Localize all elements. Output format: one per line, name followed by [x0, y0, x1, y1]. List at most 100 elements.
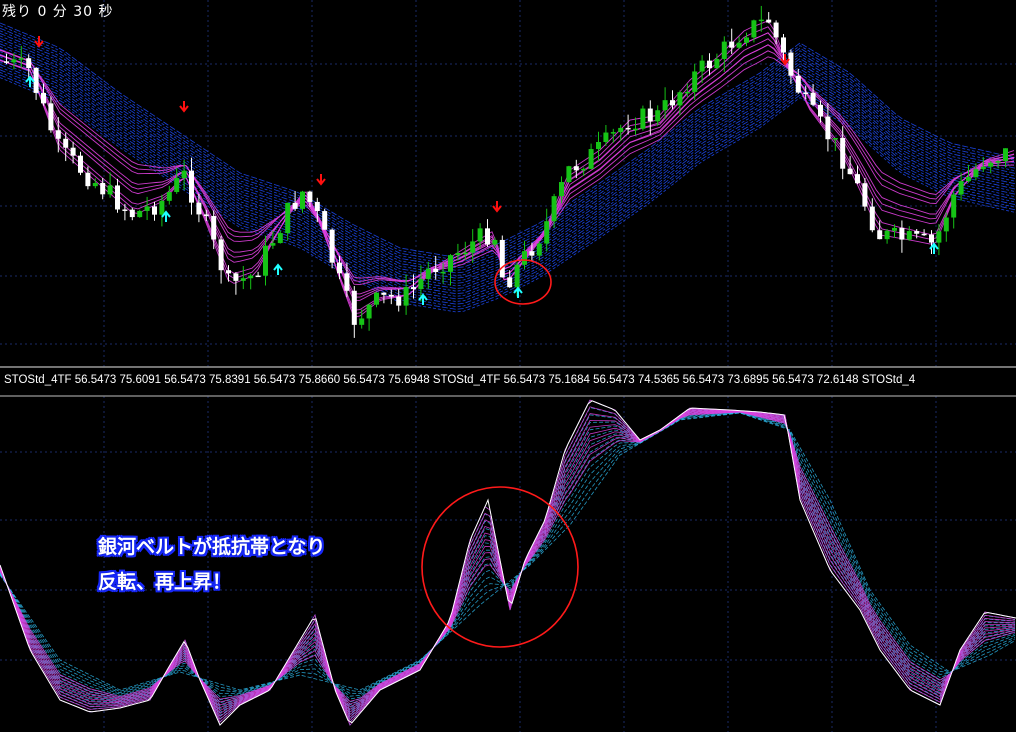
blue-band-line [0, 30, 1016, 266]
candle-body [263, 245, 268, 276]
candlesticks [4, 5, 1008, 338]
candle-body [55, 130, 61, 139]
cyan-band-line [0, 411, 1016, 709]
candle-body [492, 239, 498, 245]
blue-band-line [0, 40, 1016, 276]
candle-body [122, 209, 128, 211]
candle-body [418, 278, 424, 290]
cyan-band-line [0, 399, 1016, 726]
blue-band-line [0, 61, 1016, 297]
candle-body [781, 37, 786, 53]
magenta-band-line [0, 411, 1016, 708]
candle-body [729, 41, 735, 48]
candle-body [152, 206, 157, 215]
buy-arrow-icon [273, 263, 283, 275]
candle-body [514, 264, 520, 288]
grid-lines [0, 0, 1016, 732]
candle-body [374, 292, 379, 305]
candle-body [877, 230, 883, 240]
cyan-band-line [0, 407, 1016, 723]
price-bands [0, 20, 1016, 318]
candle-body [958, 181, 964, 195]
candle-body [522, 251, 527, 265]
candle-body [677, 92, 683, 106]
candle-body [115, 185, 120, 210]
candle-body [707, 60, 712, 69]
candle-body [825, 116, 831, 140]
candle-body [70, 147, 76, 156]
candle-body [929, 234, 934, 243]
candle-body [4, 61, 9, 63]
candle-body [899, 227, 905, 240]
candle-body [277, 233, 283, 244]
candle-body [529, 251, 535, 256]
candle-body [359, 318, 365, 325]
candle-body [588, 149, 594, 169]
magenta-band-line [0, 49, 1015, 282]
candle-body [884, 230, 890, 240]
candle-body [980, 166, 986, 170]
candle-body [396, 296, 402, 306]
candle-body [892, 227, 897, 231]
candle-body [189, 170, 194, 203]
candle-body [181, 170, 187, 179]
magenta-band-line [0, 411, 1016, 713]
blue-band-line [0, 46, 1016, 282]
candle-body [41, 92, 46, 104]
chart-canvas[interactable] [0, 0, 1016, 732]
magenta-band-line [0, 32, 1015, 311]
blue-band-line [0, 25, 1016, 261]
sell-arrow-icon [34, 36, 44, 48]
annotation-line-2: 反転、再上昇！ [98, 571, 232, 593]
magenta-band-line [0, 409, 1016, 721]
candle-body [670, 100, 675, 106]
candle-body [425, 268, 431, 279]
candle-body [714, 59, 720, 69]
candle-body [655, 110, 661, 122]
candle-body [721, 41, 727, 60]
candle-body [684, 91, 690, 94]
candle-body [344, 273, 350, 291]
candle-body [862, 183, 868, 207]
candle-body [551, 196, 557, 222]
blue-band-line [0, 53, 1016, 289]
candle-body [906, 231, 912, 240]
candle-body [921, 233, 927, 236]
candle-body [226, 270, 231, 274]
candle-body [48, 103, 54, 131]
candle-body [240, 278, 246, 281]
candle-body [751, 20, 757, 38]
magenta-band-line [0, 38, 1015, 298]
candle-body [855, 174, 860, 184]
candle-body [773, 22, 779, 38]
magenta-band-line [0, 399, 1016, 726]
candle-body [366, 304, 372, 319]
candle-body [285, 202, 291, 234]
candle-body [92, 182, 98, 187]
candle-body [995, 161, 1001, 163]
candle-body [485, 228, 490, 245]
magenta-band-line [0, 409, 1016, 718]
candle-body [596, 141, 601, 150]
candle-body [403, 287, 409, 306]
candle-body [610, 132, 616, 134]
candle-body [18, 58, 24, 60]
oscillator-main-line [0, 400, 1016, 726]
candle-body [832, 138, 838, 140]
sell-arrow-icon [179, 101, 189, 113]
candle-body [63, 138, 69, 148]
blue-band-line [0, 51, 1016, 287]
candle-body [795, 75, 801, 93]
candle-body [966, 176, 971, 182]
candle-body [470, 241, 476, 253]
candle-body [218, 239, 224, 271]
cyan-band-line [0, 409, 1016, 720]
candle-body [625, 127, 631, 130]
candle-body [314, 201, 320, 212]
candle-body [803, 92, 809, 95]
candle-body [1003, 148, 1008, 162]
candle-body [758, 19, 764, 22]
candle-body [736, 42, 742, 48]
candle-body [840, 138, 846, 169]
candle-body [26, 58, 32, 69]
